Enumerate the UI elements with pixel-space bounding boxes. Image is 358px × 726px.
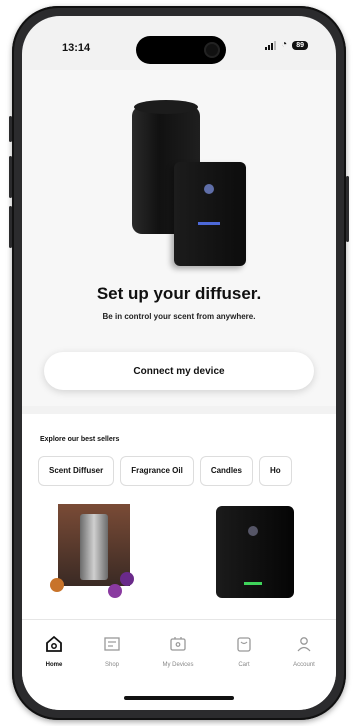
device-light-bar <box>244 582 262 585</box>
cart-icon <box>237 637 251 652</box>
status-time: 13:14 <box>62 42 91 54</box>
tab-label: Home <box>45 662 63 668</box>
home-icon <box>46 635 62 652</box>
tab-label: My Devices <box>162 662 194 668</box>
tab-shop[interactable]: Shop <box>84 634 140 668</box>
tab-label: Cart <box>238 662 250 668</box>
flower-image <box>108 584 122 598</box>
devices-icon <box>170 637 186 651</box>
chip-fragrance-oil[interactable]: Fragrance Oil <box>120 456 194 486</box>
chip-scent-diffuser[interactable]: Scent Diffuser <box>38 456 115 486</box>
tab-cart[interactable]: Cart <box>216 634 272 668</box>
chip-home[interactable]: Ho <box>258 456 292 486</box>
tab-account[interactable]: Account <box>276 634 332 668</box>
bottom-tab-bar: Home Shop My Devices Cart Account <box>22 619 336 710</box>
tab-home[interactable]: Home <box>26 634 82 668</box>
status-icons: ◔ 89 <box>265 40 308 50</box>
hero-title: Set up your diffuser. <box>96 284 262 303</box>
best-sellers-title: Explore our best sellers <box>40 436 120 443</box>
volume-up-button <box>9 156 12 198</box>
account-icon <box>297 637 311 652</box>
dynamic-island <box>136 36 226 64</box>
device-light-bar <box>198 222 220 225</box>
silent-switch <box>9 116 12 142</box>
phone-frame: 13:14 ◔ 89 Set up your diffuser. Be in c… <box>9 6 349 720</box>
battery-icon: 89 <box>292 40 308 50</box>
flower-image <box>50 578 64 592</box>
tab-label: Shop <box>104 662 119 668</box>
chip-candles[interactable]: Candles <box>199 456 253 486</box>
tab-label: Account <box>293 662 315 668</box>
product-card-diffuser[interactable] <box>216 506 294 598</box>
tab-my-devices[interactable]: My Devices <box>150 634 206 668</box>
wifi-icon: ◔ <box>281 39 288 50</box>
status-bar: 13:14 ◔ 89 <box>22 16 336 70</box>
diffuser-device-image <box>174 162 246 266</box>
hero-section: Set up your diffuser. Be in control your… <box>22 70 336 406</box>
best-sellers-section: Explore our best sellers Scent Diffuser … <box>22 414 336 624</box>
home-indicator <box>124 696 234 700</box>
shop-icon <box>104 637 120 651</box>
device-logo-icon <box>248 526 258 536</box>
power-button <box>346 176 349 242</box>
category-chips: Scent Diffuser Fragrance Oil Candles Ho <box>38 456 336 486</box>
hero-subtitle: Be in control your scent from anywhere. <box>102 312 256 321</box>
volume-down-button <box>9 206 12 248</box>
flower-image <box>120 572 134 586</box>
camera-icon <box>204 42 220 58</box>
connect-device-button[interactable]: Connect my device <box>44 352 314 390</box>
product-bottle-image <box>80 514 108 580</box>
signal-icon <box>265 40 277 50</box>
device-logo-icon <box>204 184 214 194</box>
app-screen: 13:14 ◔ 89 Set up your diffuser. Be in c… <box>22 16 336 710</box>
product-card-fragrance-oil[interactable] <box>50 504 146 600</box>
